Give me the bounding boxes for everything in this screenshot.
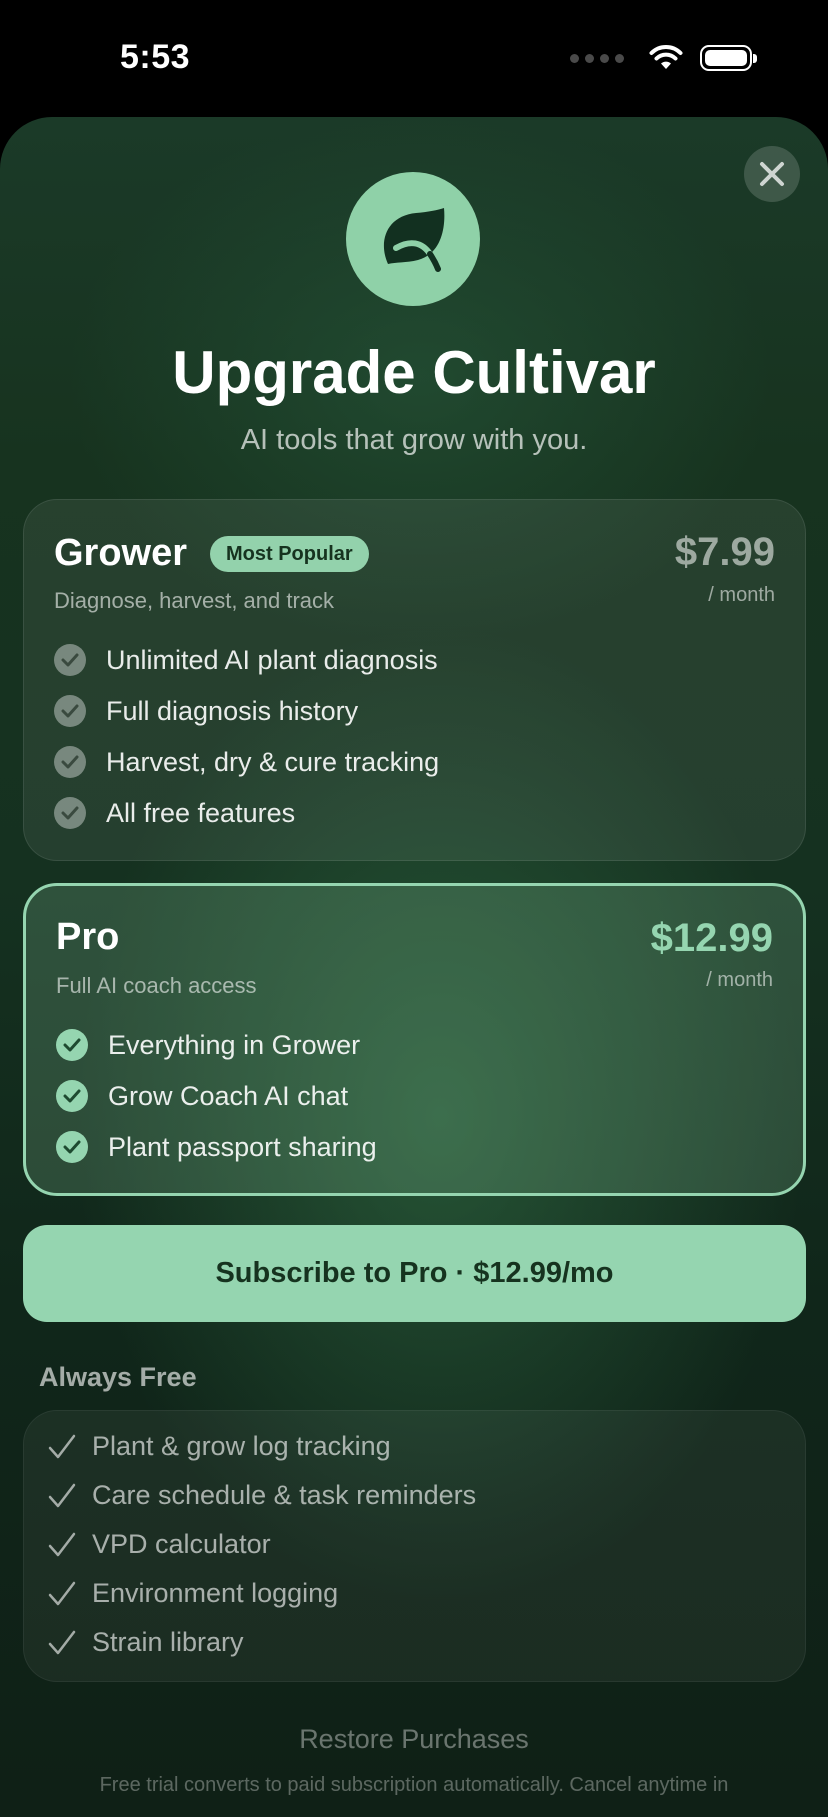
- check-circle-icon: [54, 746, 86, 778]
- leaf-icon: [383, 208, 445, 272]
- list-item-label: Strain library: [92, 1627, 244, 1657]
- check-circle-icon: [56, 1029, 88, 1061]
- list-item: Care schedule & task reminders: [48, 1480, 476, 1511]
- most-popular-badge: Most Popular: [210, 536, 369, 572]
- plan-feature: Harvest, dry & cure tracking: [54, 746, 439, 778]
- plan-feature-label: Full diagnosis history: [106, 695, 359, 726]
- plan-feature-label: Unlimited AI plant diagnosis: [106, 644, 438, 675]
- plan-feature: Grow Coach AI chat: [56, 1080, 348, 1112]
- plan-price: $12.99: [650, 916, 773, 960]
- list-item: Plant & grow log tracking: [48, 1431, 391, 1462]
- list-item-label: Plant & grow log tracking: [92, 1431, 391, 1461]
- status-icons: [570, 44, 757, 72]
- plan-card-grower[interactable]: Grower Most Popular Diagnose, harvest, a…: [23, 499, 806, 861]
- plan-description: Full AI coach access: [56, 973, 257, 998]
- plan-feature: Everything in Grower: [56, 1029, 360, 1061]
- status-bar: 5:53: [0, 0, 828, 110]
- wifi-icon: [649, 45, 683, 69]
- check-circle-icon: [56, 1131, 88, 1163]
- plan-feature: All free features: [54, 797, 295, 829]
- page-subtitle: AI tools that grow with you.: [240, 424, 588, 456]
- plan-period: / month: [708, 584, 775, 606]
- subscribe-button[interactable]: Subscribe to Pro · $12.99/mo: [23, 1225, 806, 1322]
- plan-feature-label: All free features: [106, 797, 296, 828]
- plan-name: Grower: [54, 532, 188, 574]
- plan-feature-label: Plant passport sharing: [108, 1131, 377, 1162]
- cellular-signal-icon: [570, 53, 624, 63]
- status-time: 5:53: [120, 38, 191, 76]
- list-item: Environment logging: [48, 1578, 338, 1609]
- page-title: Upgrade Cultivar: [172, 339, 656, 406]
- plan-feature: Full diagnosis history: [54, 695, 358, 727]
- checkmark-icon: [48, 1630, 76, 1654]
- check-circle-icon: [54, 695, 86, 727]
- plan-feature-label: Harvest, dry & cure tracking: [106, 746, 440, 777]
- app-logo: [346, 172, 480, 306]
- list-item-label: Care schedule & task reminders: [92, 1480, 477, 1510]
- list-item-label: VPD calculator: [92, 1529, 271, 1559]
- checkmark-icon: [48, 1434, 76, 1458]
- close-button[interactable]: [744, 146, 800, 202]
- checkmark-icon: [48, 1483, 76, 1507]
- plan-price: $7.99: [674, 530, 775, 574]
- list-item-label: Environment logging: [92, 1578, 339, 1608]
- plan-description: Diagnose, harvest, and track: [54, 588, 335, 613]
- check-circle-icon: [56, 1080, 88, 1112]
- battery-icon: [700, 45, 757, 71]
- list-item: VPD calculator: [48, 1529, 271, 1560]
- plan-card-pro[interactable]: Pro Full AI coach access $12.99 / month …: [23, 883, 806, 1196]
- plan-feature: Plant passport sharing: [56, 1131, 377, 1163]
- plan-feature-label: Grow Coach AI chat: [108, 1080, 349, 1111]
- restore-purchases-link[interactable]: Restore Purchases: [0, 1724, 828, 1755]
- plan-name: Pro: [56, 916, 120, 958]
- plan-period: / month: [706, 969, 773, 991]
- plan-feature-label: Everything in Grower: [108, 1029, 361, 1060]
- close-icon: [760, 162, 784, 186]
- check-circle-icon: [54, 644, 86, 676]
- legal-text: Free trial converts to paid subscription…: [99, 1774, 729, 1796]
- check-circle-icon: [54, 797, 86, 829]
- always-free-heading: Always Free: [39, 1362, 197, 1392]
- list-item: Strain library: [48, 1627, 244, 1658]
- checkmark-icon: [48, 1581, 76, 1605]
- always-free-list: Plant & grow log tracking Care schedule …: [23, 1410, 806, 1682]
- plan-feature: Unlimited AI plant diagnosis: [54, 644, 438, 676]
- checkmark-icon: [48, 1532, 76, 1556]
